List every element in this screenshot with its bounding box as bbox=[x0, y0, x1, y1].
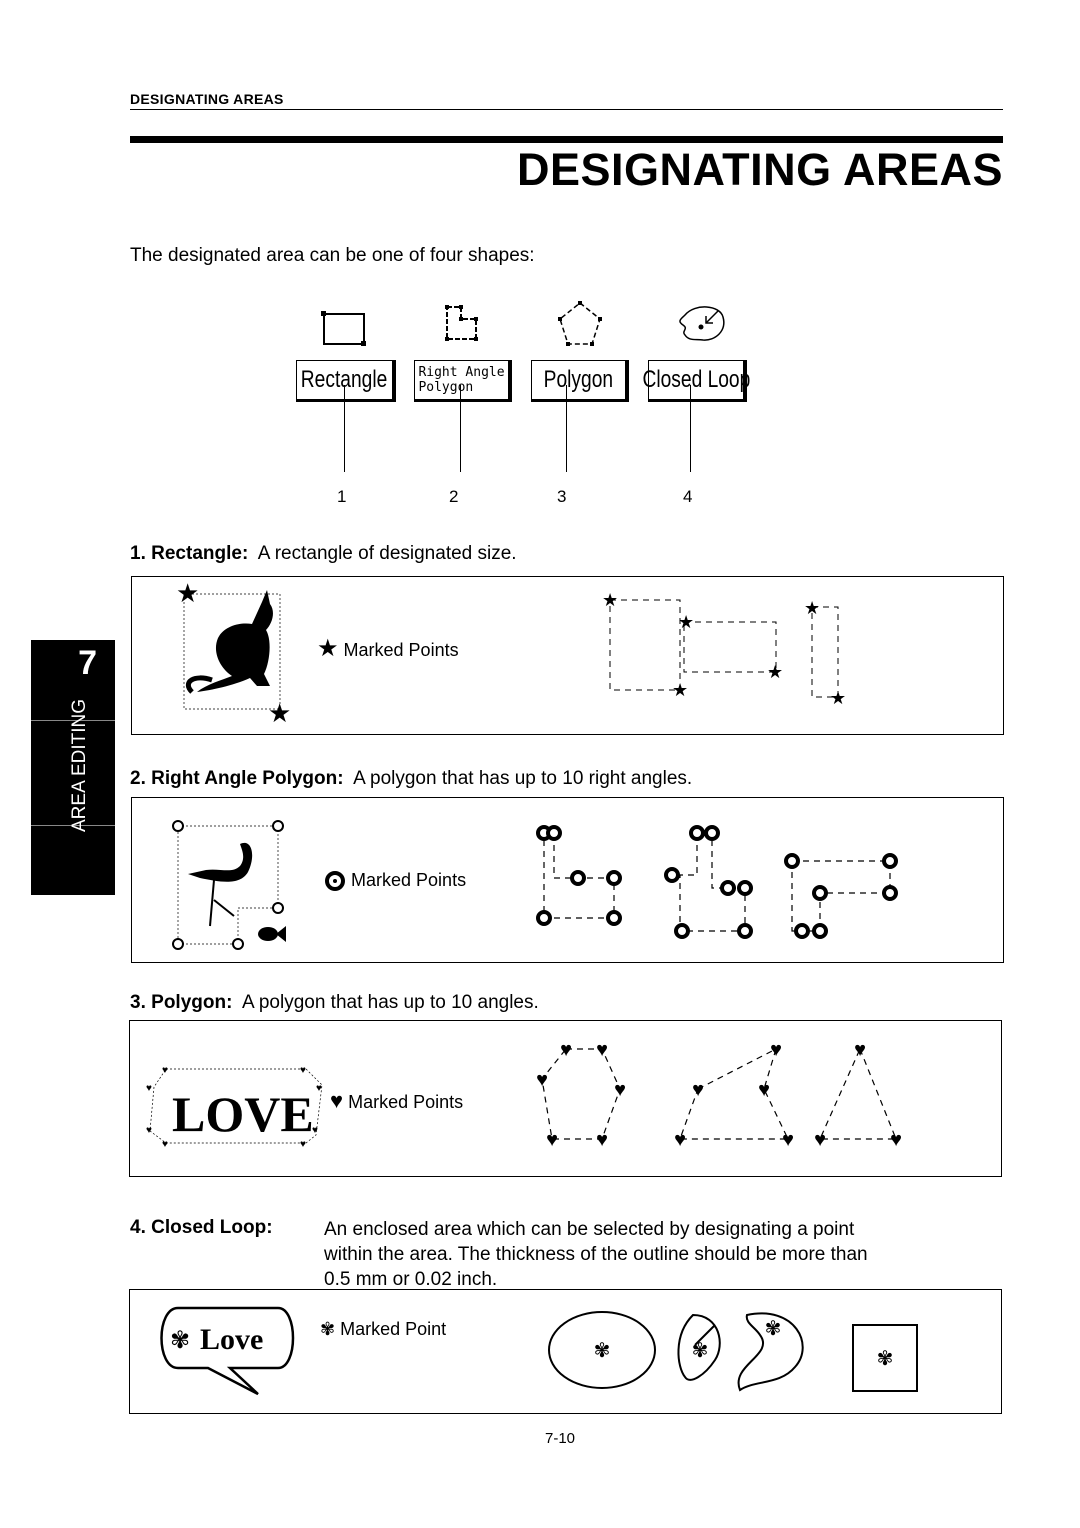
kangaroo-illustration: ★★ bbox=[176, 578, 291, 728]
love-text-illustration: LOVE ♥ ♥ ♥ ♥ ♥ ♥ ♥ ♥ bbox=[146, 1065, 323, 1150]
svg-text:♥: ♥ bbox=[770, 1039, 782, 1061]
svg-text:♥: ♥ bbox=[692, 1079, 704, 1101]
marked-points-legend: ♥ Marked Points bbox=[330, 1088, 464, 1113]
svg-text:✾: ✾ bbox=[170, 1327, 190, 1354]
right-angle-polygon-icon bbox=[445, 305, 478, 341]
svg-text:♥: ♥ bbox=[146, 1083, 152, 1094]
svg-text:✾: ✾ bbox=[692, 1340, 709, 1362]
closed-loop-example-box: ✾ Love ✾ Marked Point ✾ ✾ ✾ ✾ bbox=[129, 1289, 1002, 1414]
polygon-example-box: LOVE ♥ ♥ ♥ ♥ ♥ ♥ ♥ ♥ ♥ Marked Points ♥ ♥ ♥ ♥ ♥ ♥ ♥ ♥ ♥… bbox=[129, 1020, 1002, 1177]
svg-text:♥: ♥ bbox=[854, 1039, 866, 1061]
callout-line bbox=[566, 385, 567, 472]
svg-text:★: ★ bbox=[268, 698, 291, 728]
closed-loop-examples: ✾ ✾ ✾ ✾ bbox=[548, 1311, 918, 1392]
svg-text:♥: ♥ bbox=[782, 1129, 794, 1151]
callout-number: 4 bbox=[683, 487, 693, 506]
svg-text:✾: ✾ bbox=[765, 1318, 782, 1340]
svg-text:★: ★ bbox=[830, 688, 846, 708]
svg-text:LOVE: LOVE bbox=[172, 1086, 314, 1142]
svg-text:✾: ✾ bbox=[877, 1348, 894, 1370]
svg-text:★: ★ bbox=[602, 590, 618, 610]
svg-text:♥: ♥ bbox=[312, 1125, 318, 1136]
rectangle-shape-icon bbox=[321, 311, 366, 346]
svg-text:♥: ♥ bbox=[560, 1039, 572, 1061]
right-angle-examples bbox=[536, 825, 898, 939]
section-closed-loop-desc: An enclosed area which can be selected b… bbox=[324, 1219, 868, 1290]
header-rule bbox=[130, 109, 1003, 110]
svg-text:★: ★ bbox=[767, 662, 783, 682]
section-right-angle-heading: 2. Right Angle Polygon: A polygon that h… bbox=[130, 768, 693, 789]
svg-text:★: ★ bbox=[176, 578, 199, 608]
svg-text:♥: ♥ bbox=[146, 1125, 152, 1136]
svg-text:♥: ♥ bbox=[162, 1065, 168, 1076]
svg-text:♥: ♥ bbox=[596, 1039, 608, 1061]
polygon-examples: ♥ ♥♥♥♥♥ ♥♥♥♥♥ ♥♥♥ bbox=[536, 1039, 902, 1151]
svg-text:✾: ✾ bbox=[594, 1340, 611, 1362]
callout-number: 2 bbox=[449, 487, 459, 506]
svg-text:♥: ♥ bbox=[614, 1079, 626, 1101]
callout-number: 3 bbox=[557, 487, 567, 506]
callout-line bbox=[344, 385, 345, 472]
chapter-number: 7 bbox=[78, 644, 97, 682]
rectangle-example-box: ★ ★ ★ Marked Points ★ ★ ★ ★ ★ ★ bbox=[131, 576, 1004, 735]
circle-dot-icon bbox=[325, 871, 345, 892]
polygon-button[interactable]: Polygon bbox=[531, 360, 629, 402]
rectangle-button[interactable]: Rectangle bbox=[296, 360, 396, 402]
svg-text:★: ★ bbox=[678, 612, 694, 632]
marked-points-legend: ★ Marked Points bbox=[317, 635, 459, 662]
svg-text:♥: ♥ bbox=[890, 1129, 902, 1151]
intro-text: The designated area can be one of four s… bbox=[130, 245, 535, 266]
right-angle-polygon-button[interactable]: Right Angle Polygon bbox=[414, 360, 512, 402]
flamingo-illustration bbox=[172, 820, 286, 950]
marked-points-legend: Marked Points bbox=[324, 870, 466, 892]
button-label: Polygon bbox=[543, 366, 614, 393]
callout-number: 1 bbox=[337, 487, 347, 506]
button-label: Right Angle Polygon bbox=[418, 365, 505, 395]
svg-text:♥: ♥ bbox=[758, 1079, 770, 1101]
closed-loop-icon bbox=[679, 306, 725, 341]
svg-text:♥: ♥ bbox=[300, 1139, 306, 1150]
marked-point-legend: ✾ Marked Point bbox=[320, 1319, 447, 1339]
button-label: Closed Loop bbox=[642, 366, 750, 393]
chapter-tab: 7 AREA EDITING bbox=[31, 640, 115, 895]
svg-text:♥: ♥ bbox=[546, 1129, 558, 1151]
section-polygon-heading: 3. Polygon: A polygon that has up to 10 … bbox=[130, 992, 539, 1013]
svg-text:♥: ♥ bbox=[536, 1069, 548, 1091]
svg-text:♥: ♥ bbox=[162, 1139, 168, 1150]
callout-line bbox=[460, 385, 461, 472]
svg-text:♥: ♥ bbox=[674, 1129, 686, 1151]
section-rectangle-heading: 1. Rectangle: A rectangle of designated … bbox=[130, 543, 517, 564]
running-header: DESIGNATING AREAS bbox=[130, 91, 284, 107]
right-angle-example-box: Marked Points bbox=[131, 797, 1004, 963]
page-number: 7-10 bbox=[545, 1430, 576, 1447]
svg-text:♥: ♥ bbox=[316, 1083, 322, 1094]
svg-text:Love: Love bbox=[200, 1323, 263, 1356]
closed-loop-button[interactable]: Closed Loop bbox=[642, 360, 750, 402]
heart-icon: ♥ bbox=[330, 1088, 344, 1113]
callout-line bbox=[690, 385, 691, 472]
love-speech-bubble-illustration: ✾ Love bbox=[160, 1306, 295, 1396]
rectangle-examples: ★ ★ ★ ★ ★ ★ bbox=[602, 590, 846, 708]
star-icon: ★ bbox=[317, 635, 339, 662]
page-title: DESIGNATING AREAS bbox=[516, 144, 1003, 195]
svg-text:♥: ♥ bbox=[814, 1129, 826, 1151]
section-closed-loop-heading: 4. Closed Loop: bbox=[130, 1217, 273, 1238]
svg-text:♥: ♥ bbox=[596, 1129, 608, 1151]
svg-text:★: ★ bbox=[804, 598, 820, 618]
svg-text:♥: ♥ bbox=[300, 1065, 306, 1076]
svg-text:★: ★ bbox=[672, 680, 688, 700]
chapter-label: AREA EDITING bbox=[69, 698, 90, 832]
flower-icon: ✾ bbox=[320, 1319, 336, 1339]
polygon-shape-icon bbox=[558, 301, 602, 346]
title-bar bbox=[130, 136, 1003, 143]
